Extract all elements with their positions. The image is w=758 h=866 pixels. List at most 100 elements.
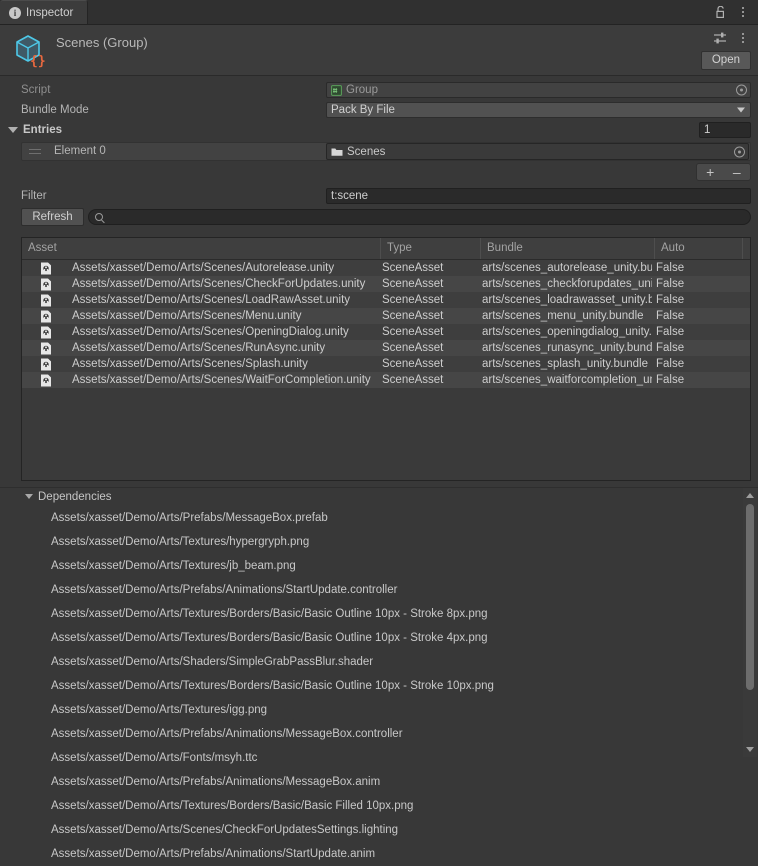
table-row[interactable]: Assets/xasset/Demo/Arts/Scenes/RunAsync.… bbox=[22, 340, 750, 356]
cs-script-icon bbox=[331, 84, 342, 96]
cell-auto: False bbox=[656, 374, 685, 386]
add-entry-button[interactable]: + bbox=[697, 164, 724, 180]
list-item[interactable]: Assets/xasset/Demo/Arts/Prefabs/Animatio… bbox=[0, 842, 758, 866]
search-input[interactable] bbox=[88, 209, 751, 225]
cell-bundle: arts/scenes_loadrawasset_unity.bundle bbox=[482, 294, 652, 306]
column-header-asset[interactable]: Asset bbox=[22, 238, 380, 259]
refresh-button[interactable]: Refresh bbox=[21, 208, 84, 226]
kebab-menu-icon[interactable] bbox=[736, 4, 750, 20]
svg-text:{}: {} bbox=[30, 54, 46, 68]
open-button[interactable]: Open bbox=[700, 51, 751, 70]
cell-bundle: arts/scenes_autorelease_unity.bundle bbox=[482, 262, 652, 274]
column-header-type[interactable]: Type bbox=[380, 238, 480, 259]
table-row[interactable]: Assets/xasset/Demo/Arts/Scenes/LoadRawAs… bbox=[22, 292, 750, 308]
property-row-filter: Filter t:scene bbox=[0, 186, 758, 206]
tab-inspector[interactable]: i Inspector bbox=[0, 0, 89, 24]
cell-bundle: arts/scenes_menu_unity.bundle bbox=[482, 310, 644, 322]
foldout-expanded-icon[interactable] bbox=[8, 127, 18, 133]
element-object-field[interactable]: Scenes bbox=[326, 143, 749, 160]
cell-auto: False bbox=[656, 342, 685, 354]
table-row[interactable]: Assets/xasset/Demo/Arts/Scenes/Menu.unit… bbox=[22, 308, 750, 324]
cell-bundle: arts/scenes_waitforcompletion_unity.bund… bbox=[482, 374, 652, 386]
cell-type: SceneAsset bbox=[382, 278, 444, 290]
element-value: Scenes bbox=[347, 145, 386, 158]
object-picker-icon[interactable] bbox=[736, 84, 747, 96]
cell-auto: False bbox=[656, 294, 685, 306]
list-item[interactable]: Assets/xasset/Demo/Arts/Prefabs/Animatio… bbox=[0, 722, 758, 746]
entries-actions-row: + – bbox=[0, 161, 758, 183]
script-value: Group bbox=[346, 84, 378, 96]
asset-table-body: Assets/xasset/Demo/Arts/Scenes/Autorelea… bbox=[22, 260, 750, 388]
list-item[interactable]: Assets/xasset/Demo/Arts/Textures/Borders… bbox=[0, 794, 758, 818]
filter-input[interactable]: t:scene bbox=[326, 188, 751, 204]
lock-icon[interactable] bbox=[713, 4, 727, 20]
cell-type: SceneAsset bbox=[382, 342, 444, 354]
scroll-down-arrow-icon[interactable] bbox=[746, 747, 754, 752]
script-field-wrap: Group bbox=[326, 82, 751, 98]
entries-size-input[interactable]: 1 bbox=[699, 122, 751, 138]
element-field-wrap: Scenes bbox=[326, 143, 749, 160]
asset-table: Asset Type Bundle Auto Assets/xasset/Dem… bbox=[21, 237, 751, 481]
scrollbar-thumb[interactable] bbox=[746, 504, 754, 690]
list-item[interactable]: Assets/xasset/Demo/Arts/Scenes/CheckForU… bbox=[0, 818, 758, 842]
tab-bar-spacer bbox=[88, 0, 713, 24]
element-label: Element 0 bbox=[54, 145, 106, 157]
folder-icon bbox=[331, 148, 343, 156]
object-picker-icon[interactable] bbox=[734, 146, 745, 157]
preset-settings-icon[interactable] bbox=[713, 30, 727, 46]
dependencies-title: Dependencies bbox=[38, 491, 112, 503]
dependencies-scrollbar[interactable] bbox=[743, 488, 757, 757]
table-row[interactable]: Assets/xasset/Demo/Arts/Scenes/CheckForU… bbox=[22, 276, 750, 292]
list-item[interactable]: Assets/xasset/Demo/Arts/Prefabs/Animatio… bbox=[0, 770, 758, 794]
cell-bundle: arts/scenes_openingdialog_unity.bundle bbox=[482, 326, 652, 338]
table-row[interactable]: Assets/xasset/Demo/Arts/Scenes/WaitForCo… bbox=[22, 372, 750, 388]
chevron-down-icon bbox=[737, 107, 745, 113]
list-item[interactable]: Assets/xasset/Demo/Arts/Fonts/msyh.ttc bbox=[0, 746, 758, 770]
list-item[interactable]: Assets/xasset/Demo/Arts/Prefabs/MessageB… bbox=[0, 506, 758, 530]
list-item[interactable]: Assets/xasset/Demo/Arts/Textures/jb_beam… bbox=[0, 554, 758, 578]
entries-label: Entries bbox=[23, 124, 62, 136]
cell-asset: Assets/xasset/Demo/Arts/Scenes/Autorelea… bbox=[72, 262, 335, 274]
list-item[interactable]: Assets/xasset/Demo/Arts/Textures/Borders… bbox=[0, 602, 758, 626]
cell-auto: False bbox=[656, 278, 685, 290]
dependencies-header[interactable]: Dependencies bbox=[0, 488, 758, 506]
list-item[interactable]: Assets/xasset/Demo/Arts/Textures/hypergr… bbox=[0, 530, 758, 554]
foldout-expanded-icon[interactable] bbox=[25, 494, 33, 499]
property-row-script: Script Group bbox=[0, 80, 758, 100]
kebab-menu-icon[interactable] bbox=[736, 30, 750, 46]
drag-handle-icon[interactable] bbox=[29, 149, 41, 157]
table-row[interactable]: Assets/xasset/Demo/Arts/Scenes/Splash.un… bbox=[22, 356, 750, 372]
scene-asset-icon bbox=[40, 262, 52, 275]
property-row-bundle-mode: Bundle Mode Pack By File bbox=[0, 100, 758, 120]
script-object-field[interactable]: Group bbox=[326, 82, 751, 98]
cell-type: SceneAsset bbox=[382, 310, 444, 322]
list-item[interactable]: Assets/xasset/Demo/Arts/Textures/Borders… bbox=[0, 626, 758, 650]
column-header-bundle[interactable]: Bundle bbox=[480, 238, 654, 259]
remove-entry-button[interactable]: – bbox=[724, 164, 751, 180]
table-row[interactable]: Assets/xasset/Demo/Arts/Scenes/OpeningDi… bbox=[22, 324, 750, 340]
scene-asset-icon bbox=[40, 342, 52, 355]
list-item[interactable]: Assets/xasset/Demo/Arts/Textures/Borders… bbox=[0, 674, 758, 698]
cell-asset: Assets/xasset/Demo/Arts/Scenes/CheckForU… bbox=[72, 278, 366, 290]
list-item[interactable]: Assets/xasset/Demo/Arts/Shaders/SimpleGr… bbox=[0, 650, 758, 674]
scene-asset-icon bbox=[40, 310, 52, 323]
cell-bundle: arts/scenes_splash_unity.bundle bbox=[482, 358, 649, 370]
list-item[interactable]: Assets/xasset/Demo/Arts/Textures/igg.png bbox=[0, 698, 758, 722]
cell-auto: False bbox=[656, 310, 685, 322]
table-row[interactable]: Assets/xasset/Demo/Arts/Scenes/Autorelea… bbox=[22, 260, 750, 276]
cell-bundle: arts/scenes_runasync_unity.bundle bbox=[482, 342, 652, 354]
cell-bundle: arts/scenes_checkforupdates_unity.bundle bbox=[482, 278, 652, 290]
header-tools bbox=[713, 30, 750, 46]
cell-asset: Assets/xasset/Demo/Arts/Scenes/OpeningDi… bbox=[72, 326, 349, 338]
bundle-mode-dropdown[interactable]: Pack By File bbox=[326, 102, 751, 118]
cell-asset: Assets/xasset/Demo/Arts/Scenes/Menu.unit… bbox=[72, 310, 302, 322]
column-header-spacer bbox=[742, 238, 750, 259]
scroll-up-arrow-icon[interactable] bbox=[746, 493, 754, 498]
cell-asset: Assets/xasset/Demo/Arts/Scenes/Splash.un… bbox=[72, 358, 308, 370]
entries-element-row[interactable]: Element 0 Scenes bbox=[21, 142, 751, 161]
scene-asset-icon bbox=[40, 374, 52, 387]
list-item[interactable]: Assets/xasset/Demo/Arts/Prefabs/Animatio… bbox=[0, 578, 758, 602]
scene-asset-icon bbox=[40, 326, 52, 339]
column-header-auto[interactable]: Auto bbox=[654, 238, 742, 259]
bundle-mode-label: Bundle Mode bbox=[21, 104, 89, 116]
